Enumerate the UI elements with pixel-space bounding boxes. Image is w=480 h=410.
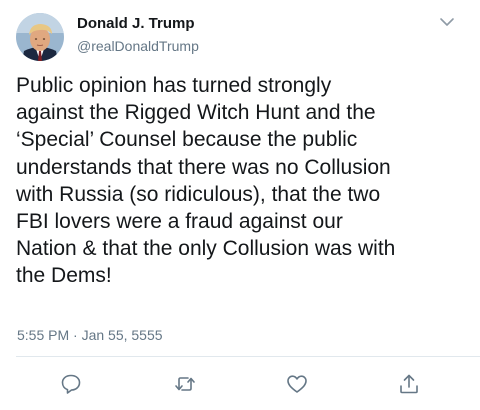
author-handle[interactable]: @realDonaldTrump: [77, 37, 199, 55]
author-name[interactable]: Donald J. Trump: [77, 15, 195, 33]
avatar[interactable]: [16, 13, 64, 61]
heart-icon[interactable]: [285, 372, 309, 396]
tweet-text: Public opinion has turned strongly again…: [16, 74, 396, 288]
tweet-timestamp[interactable]: 5:55 PM · Jan 55, 5555: [17, 326, 163, 344]
reply-icon[interactable]: [59, 372, 83, 396]
chevron-down-icon[interactable]: [438, 15, 456, 29]
divider: [16, 356, 480, 357]
tweet-card: Donald J. Trump @realDonaldTrump Public …: [0, 0, 480, 410]
retweet-icon[interactable]: [173, 372, 197, 396]
avatar-image: [16, 13, 64, 61]
share-icon[interactable]: [397, 372, 421, 396]
